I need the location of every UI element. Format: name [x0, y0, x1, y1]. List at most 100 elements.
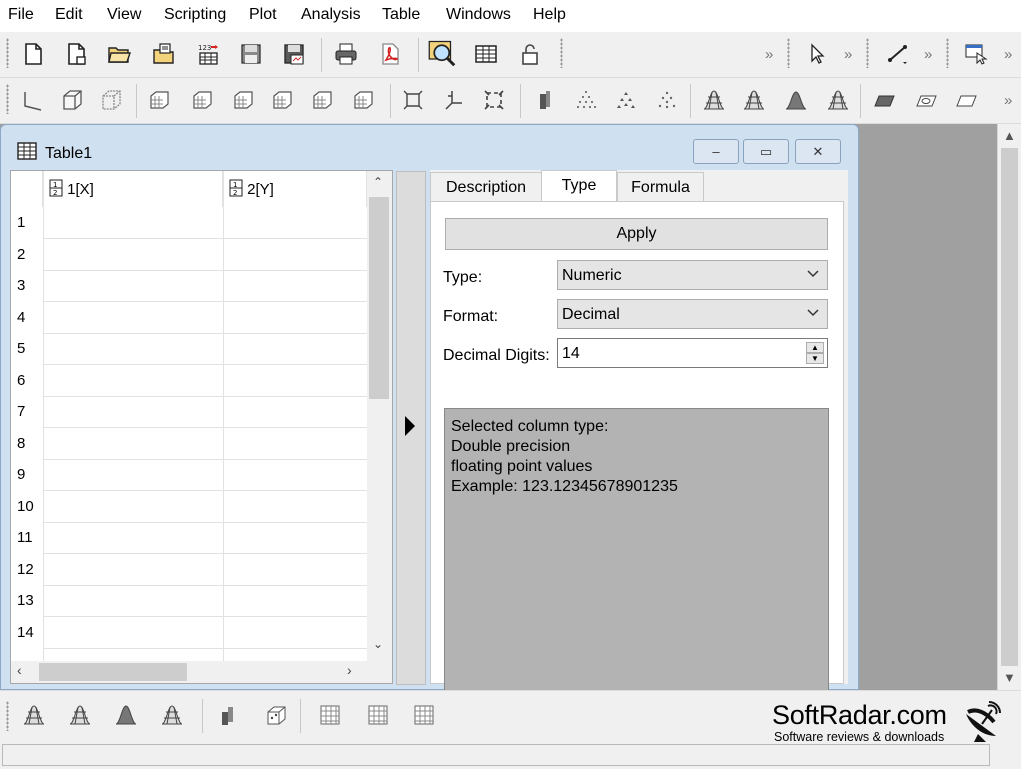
row-header[interactable]: 5 [11, 333, 43, 364]
row-header[interactable]: 4 [11, 302, 43, 333]
mesh3-icon[interactable] [824, 86, 852, 114]
grid-box-icon[interactable] [145, 86, 173, 114]
toolbar-grip[interactable] [946, 38, 949, 68]
grid-pattern-3-icon[interactable] [410, 701, 438, 729]
panel-splitter[interactable] [396, 171, 426, 685]
menu-plot[interactable]: Plot [249, 6, 277, 24]
type-select[interactable]: Numeric [557, 260, 828, 290]
axis-icon[interactable] [19, 86, 47, 114]
toolbar-more[interactable]: » [1004, 92, 1012, 109]
menu-edit[interactable]: Edit [55, 6, 83, 24]
save-icon[interactable] [237, 40, 265, 68]
workspace-scrollbar[interactable]: ▲ ▼ [997, 124, 1021, 690]
format-select[interactable]: Decimal [557, 299, 828, 329]
row-header[interactable]: 2 [11, 239, 43, 270]
toolbar-more[interactable]: » [765, 46, 773, 63]
row-header[interactable]: 6 [11, 365, 43, 396]
new-document-icon[interactable] [62, 40, 90, 68]
grid-pattern-icon[interactable] [316, 701, 344, 729]
scroll-down-icon[interactable]: ▼ [1003, 670, 1016, 685]
box-side-icon[interactable] [268, 86, 296, 114]
spin-down-icon[interactable]: ▼ [806, 353, 824, 364]
row-header[interactable]: 3 [11, 270, 43, 301]
import-ascii-icon[interactable]: 123 [194, 40, 222, 68]
frame-icon[interactable] [399, 86, 427, 114]
toolbar-more[interactable]: » [924, 46, 932, 63]
table-icon[interactable] [472, 40, 500, 68]
toolbar-grip[interactable] [787, 38, 790, 68]
grid-vertical-scrollbar[interactable]: ⌃ ⌄ [367, 171, 392, 661]
cube-icon[interactable] [58, 86, 86, 114]
row-header[interactable]: 12 [11, 554, 43, 585]
row-header[interactable]: 13 [11, 585, 43, 616]
box-front-icon[interactable] [229, 86, 257, 114]
window-titlebar[interactable]: Table1 – ▭ ✕ [1, 125, 858, 169]
toolbar-more[interactable]: » [1004, 46, 1012, 63]
save-as-template-icon[interactable] [280, 40, 308, 68]
cube-outline-icon[interactable] [97, 86, 125, 114]
menu-table[interactable]: Table [382, 6, 420, 24]
scatter3d-icon[interactable] [572, 86, 600, 114]
close-button[interactable]: ✕ [795, 139, 841, 164]
print-icon[interactable] [332, 40, 360, 68]
scatter-cube-icon[interactable] [262, 701, 290, 729]
menu-analysis[interactable]: Analysis [301, 6, 361, 24]
scroll-right-icon[interactable]: › [347, 662, 352, 678]
row-header[interactable]: 10 [11, 491, 43, 522]
row-header[interactable]: 7 [11, 396, 43, 427]
bars3d-icon[interactable] [530, 86, 558, 114]
menu-help[interactable]: Help [533, 6, 566, 24]
scroll-thumb[interactable] [369, 197, 389, 399]
fit-icon[interactable] [480, 86, 508, 114]
plane3-icon[interactable] [952, 86, 980, 114]
decimal-digits-spinbox[interactable]: 14 ▲ ▼ [557, 338, 828, 368]
row-header[interactable]: 1 [11, 207, 43, 238]
plane2-icon[interactable] [912, 86, 940, 114]
draw-line-icon[interactable] [884, 40, 912, 68]
tab-formula[interactable]: Formula [617, 172, 704, 202]
scroll-up-icon[interactable]: ⌃ [373, 175, 383, 189]
mesh-bottom-3-icon[interactable] [158, 701, 186, 729]
tab-description[interactable]: Description [430, 172, 542, 202]
toolbar-grip[interactable] [560, 38, 563, 68]
tab-type[interactable]: Type [541, 170, 617, 202]
pointer-icon[interactable] [804, 40, 832, 68]
find-icon[interactable] [426, 38, 460, 70]
dots3d-icon[interactable] [653, 86, 681, 114]
grid-pattern-2-icon[interactable] [364, 701, 392, 729]
minimize-button[interactable]: – [693, 139, 739, 164]
row-header[interactable]: 8 [11, 428, 43, 459]
apply-button[interactable]: Apply [445, 218, 828, 250]
box-floor-icon[interactable] [349, 86, 377, 114]
mesh-icon[interactable] [700, 86, 728, 114]
bars-bottom-icon[interactable] [214, 701, 242, 729]
menu-view[interactable]: View [107, 6, 141, 24]
scroll-left-icon[interactable]: ‹ [17, 662, 22, 678]
row-header[interactable]: 11 [11, 522, 43, 553]
toolbar-grip[interactable] [866, 38, 869, 68]
corner-header[interactable] [11, 171, 43, 207]
mesh-bottom-icon[interactable] [20, 701, 48, 729]
column-header-y[interactable]: 12 2[Y] [223, 171, 367, 207]
toolbar-grip[interactable] [6, 38, 9, 68]
spin-up-icon[interactable]: ▲ [806, 342, 824, 353]
toolbar-more[interactable]: » [844, 46, 852, 63]
scroll-thumb[interactable] [39, 663, 187, 681]
column-header-x[interactable]: 12 1[X] [43, 171, 223, 207]
grid-horizontal-scrollbar[interactable]: ‹ › [11, 661, 392, 683]
menu-file[interactable]: File [8, 6, 34, 24]
grid-box-2-icon[interactable] [188, 86, 216, 114]
row-header[interactable]: 9 [11, 459, 43, 490]
perspective-icon[interactable] [440, 86, 468, 114]
lock-icon[interactable] [516, 40, 544, 68]
scroll-up-icon[interactable]: ▲ [1003, 128, 1016, 143]
scroll-thumb[interactable] [1001, 148, 1018, 666]
mesh2-icon[interactable] [740, 86, 768, 114]
toolbar-grip[interactable] [6, 701, 9, 731]
restore-button[interactable]: ▭ [743, 139, 789, 164]
open-folder-icon[interactable] [105, 40, 133, 68]
mesh-bottom-2-icon[interactable] [66, 701, 94, 729]
open-recent-icon[interactable] [150, 40, 178, 68]
menu-windows[interactable]: Windows [446, 6, 511, 24]
menu-scripting[interactable]: Scripting [164, 6, 226, 24]
